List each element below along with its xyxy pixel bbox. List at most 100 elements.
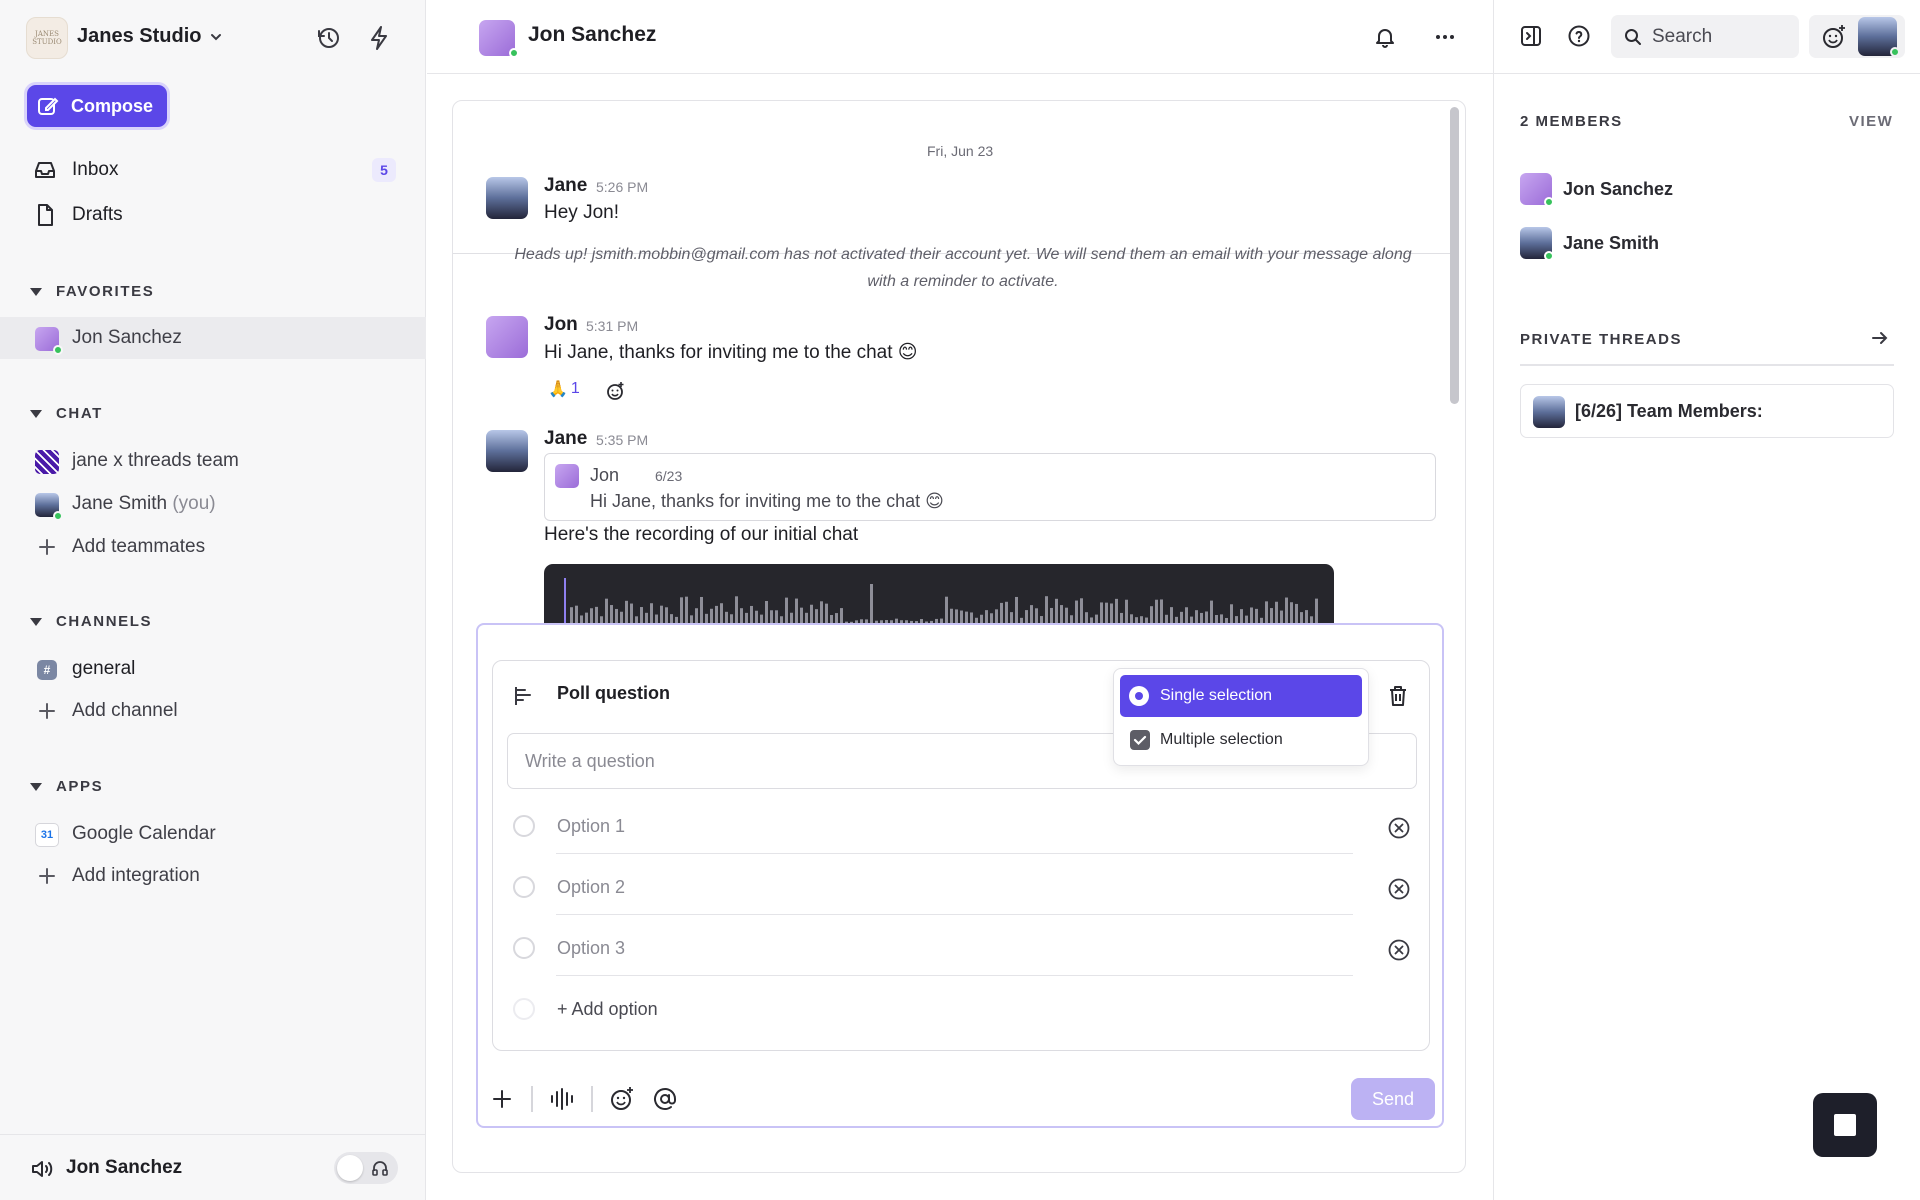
- poll-option-input-3[interactable]: Option 3: [557, 938, 625, 959]
- send-button[interactable]: Send: [1351, 1078, 1435, 1120]
- add-reaction-icon[interactable]: [605, 381, 625, 401]
- sidebar-item-jon-sanchez[interactable]: Jon Sanchez: [0, 317, 426, 359]
- view-members-link[interactable]: VIEW: [1849, 113, 1893, 130]
- audio-waveform[interactable]: [544, 564, 1334, 624]
- waveform-bar: [1290, 602, 1293, 624]
- quoted-message[interactable]: Jon 6/23 Hi Jane, thanks for inviting me…: [544, 453, 1436, 521]
- waveform-bar: [640, 607, 643, 624]
- hash-icon: #: [37, 660, 57, 680]
- channels-title: CHANNELS: [56, 613, 153, 630]
- chat-section-header[interactable]: CHAT: [30, 405, 103, 422]
- menu-item-multiple-selection[interactable]: Multiple selection: [1120, 719, 1362, 761]
- nav-drafts[interactable]: Drafts: [33, 197, 403, 233]
- workspace-logo[interactable]: JANES STUDIO: [26, 17, 68, 59]
- user-menu[interactable]: [1809, 15, 1905, 58]
- sidebar-item-general[interactable]: # general: [0, 648, 426, 690]
- add-option-button[interactable]: + Add option: [557, 999, 658, 1020]
- waveform-bar: [800, 607, 803, 624]
- avatar[interactable]: [486, 177, 528, 219]
- activation-notice: Heads up! jsmith.mobbin@gmail.com has no…: [514, 246, 1412, 290]
- status-emoji-icon[interactable]: [1821, 24, 1847, 50]
- help-icon[interactable]: [1567, 24, 1591, 48]
- favorites-title: FAVORITES: [56, 283, 155, 300]
- message-text: Hey Jon!: [544, 202, 619, 223]
- option-radio: [513, 998, 535, 1020]
- poll-option-input-1[interactable]: Option 1: [557, 816, 625, 837]
- collapse-triangle-icon: [30, 782, 42, 791]
- plus-icon: [39, 868, 55, 884]
- waveform-bar: [1315, 598, 1318, 624]
- add-channel-button[interactable]: Add channel: [0, 690, 426, 732]
- you-suffix: (you): [172, 493, 216, 514]
- waveform-bar: [710, 608, 713, 624]
- collapse-triangle-icon: [30, 409, 42, 418]
- waveform-bar: [955, 609, 958, 624]
- plus-icon[interactable]: [490, 1087, 514, 1111]
- waveform-bar: [610, 605, 613, 624]
- avatar: [35, 450, 59, 474]
- emoji-icon[interactable]: [609, 1086, 635, 1112]
- lightning-icon[interactable]: [364, 23, 394, 53]
- private-thread-item[interactable]: [6/26] Team Members:: [1520, 384, 1894, 438]
- sidebar-item-google-calendar[interactable]: 31 Google Calendar: [0, 813, 426, 855]
- toolbar-divider: [591, 1086, 593, 1112]
- conversation-title[interactable]: Jon Sanchez: [528, 23, 656, 47]
- apps-section-header[interactable]: APPS: [30, 778, 103, 795]
- favorites-section-header[interactable]: FAVORITES: [30, 283, 154, 300]
- message-scrollbar[interactable]: [1450, 107, 1459, 404]
- waveform-bar: [1055, 598, 1058, 624]
- waveform-bar: [750, 605, 753, 624]
- sidebar-toggle-icon[interactable]: [1519, 24, 1543, 48]
- waveform-bar: [1265, 601, 1268, 624]
- mention-icon[interactable]: [652, 1086, 678, 1112]
- message-author[interactable]: Jane: [544, 175, 587, 197]
- huddle-toggle[interactable]: [334, 1152, 398, 1184]
- online-status-dot: [1544, 251, 1554, 261]
- remove-option-icon[interactable]: [1387, 877, 1411, 901]
- thread-title: [6/26] Team Members:: [1575, 400, 1763, 421]
- compose-label: Compose: [71, 95, 154, 116]
- bell-icon[interactable]: [1370, 22, 1400, 52]
- waveform-bar: [575, 605, 578, 624]
- radio-selected-icon: [1129, 686, 1149, 706]
- question-placeholder: Write a question: [525, 750, 655, 771]
- message-author[interactable]: Jane: [544, 428, 587, 450]
- compose-button[interactable]: Compose: [27, 85, 167, 127]
- waveform-bar: [665, 607, 668, 624]
- sidebar-item-jane-smith[interactable]: Jane Smith (you): [0, 483, 426, 525]
- speaker-icon[interactable]: [30, 1157, 54, 1181]
- message-author[interactable]: Jon: [544, 314, 578, 336]
- add-integration-button[interactable]: Add integration: [0, 855, 426, 897]
- audio-recording-player[interactable]: [544, 564, 1334, 624]
- search-input[interactable]: Search: [1611, 15, 1799, 58]
- stop-recording-button[interactable]: [1813, 1093, 1877, 1157]
- waveform-bar: [1035, 608, 1038, 624]
- member-name: Jon Sanchez: [1563, 179, 1674, 199]
- poll-option-input-2[interactable]: Option 2: [557, 877, 625, 898]
- history-icon[interactable]: [314, 23, 344, 53]
- workspace-name[interactable]: Janes Studio: [77, 25, 201, 48]
- playhead[interactable]: [564, 578, 566, 624]
- remove-option-icon[interactable]: [1387, 938, 1411, 962]
- avatar[interactable]: [486, 430, 528, 472]
- sidebar-item-team-chat[interactable]: jane x threads team: [0, 440, 426, 482]
- waveform-bar: [785, 597, 788, 624]
- menu-item-single-selection[interactable]: Single selection: [1120, 675, 1362, 717]
- collapse-triangle-icon: [30, 617, 42, 626]
- add-teammates-button[interactable]: Add teammates: [0, 526, 426, 568]
- nav-inbox[interactable]: Inbox 5: [33, 152, 403, 188]
- avatar[interactable]: [486, 316, 528, 358]
- channels-section-header[interactable]: CHANNELS: [30, 613, 152, 630]
- waveform-bar: [1160, 599, 1163, 624]
- reaction-pill[interactable]: 🙏 1: [548, 379, 580, 399]
- more-options-icon[interactable]: [1430, 22, 1460, 52]
- trash-icon[interactable]: [1387, 684, 1409, 708]
- poll-selection-menu: Single selection Multiple selection: [1113, 668, 1369, 766]
- remove-option-icon[interactable]: [1387, 816, 1411, 840]
- avatar: [1533, 396, 1565, 428]
- voice-waveform-icon[interactable]: [549, 1086, 575, 1112]
- waveform-bar: [1065, 607, 1068, 624]
- plus-icon: [39, 703, 55, 719]
- chevron-down-icon[interactable]: [209, 30, 223, 44]
- arrow-right-icon[interactable]: [1870, 328, 1890, 348]
